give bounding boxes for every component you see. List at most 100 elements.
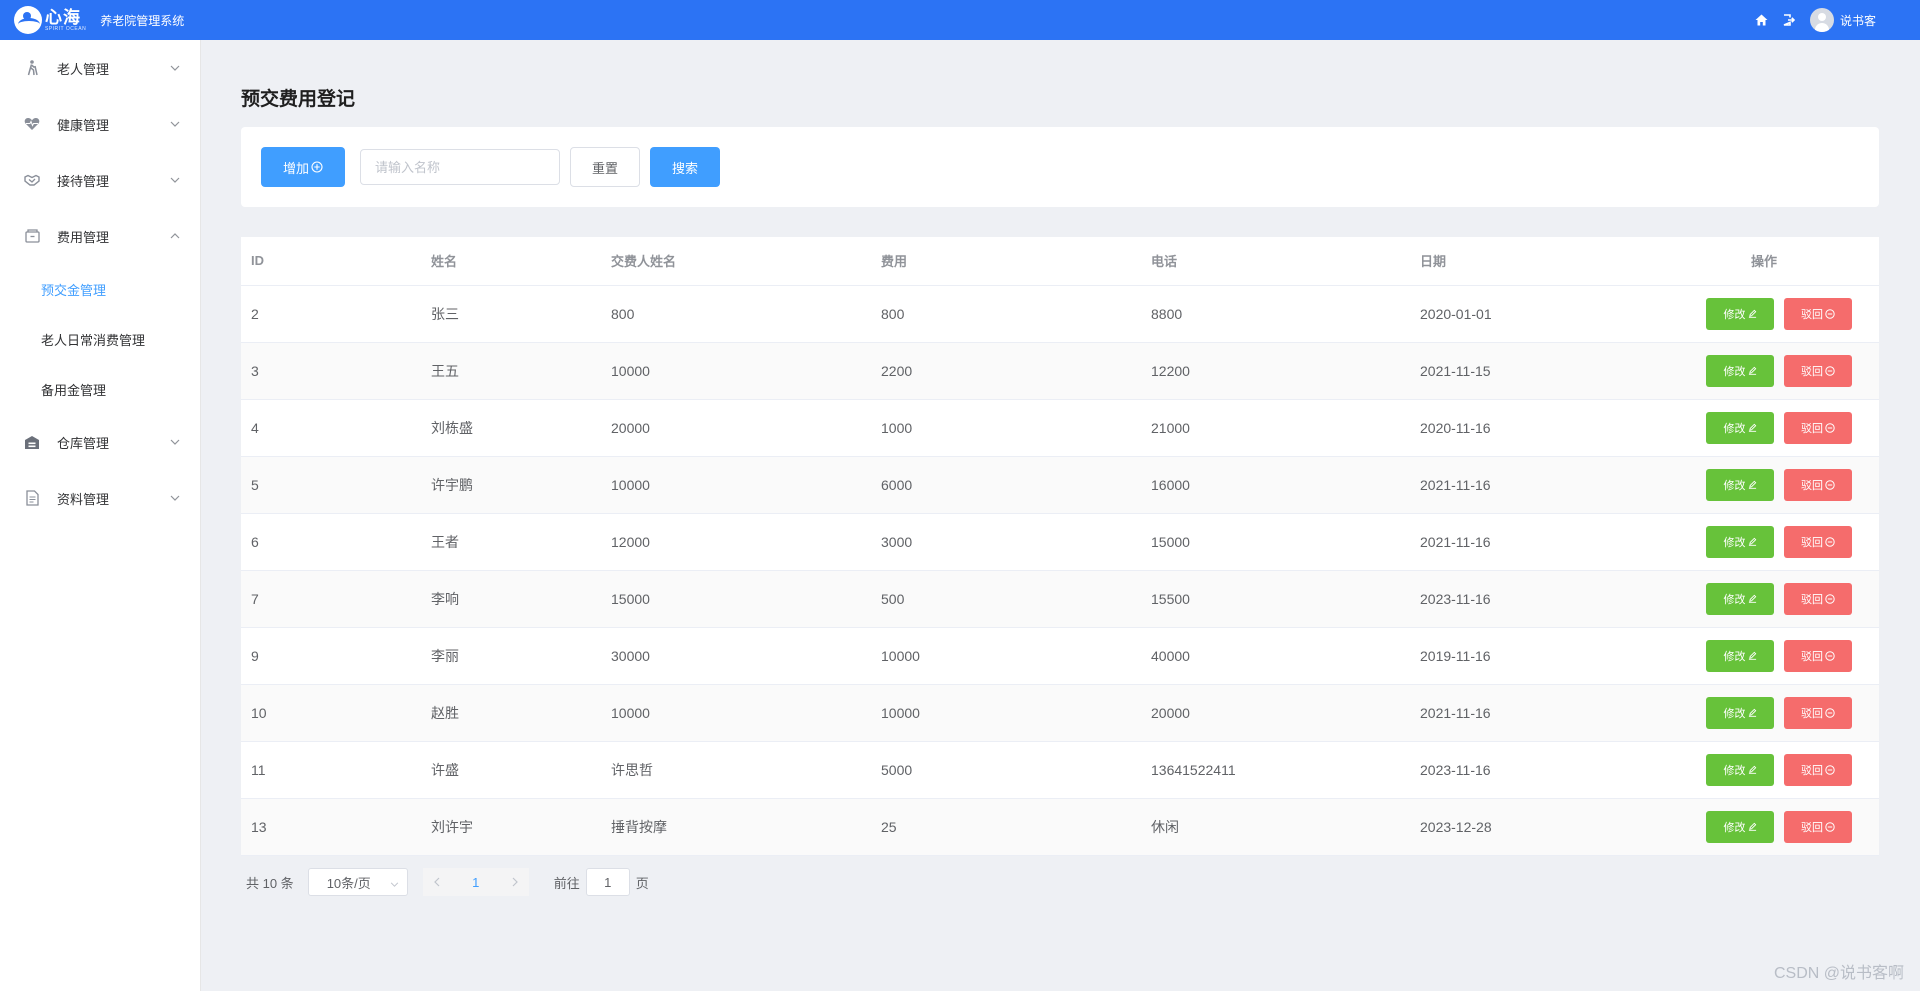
sidebar-item-documents[interactable]: 资料管理 [0, 470, 200, 526]
column-header-phone[interactable]: 电话 [1141, 237, 1410, 286]
table-row: 7 李响 15000 500 15500 2023-11-16 修改 驳回 [241, 570, 1879, 628]
sidebar-item-reception[interactable]: 接待管理 [0, 152, 200, 208]
edit-icon [1748, 423, 1756, 432]
reject-button[interactable]: 驳回 [1784, 411, 1852, 444]
reset-button[interactable]: 重置 [570, 147, 640, 187]
reject-button[interactable]: 驳回 [1784, 297, 1852, 330]
page-number-button[interactable]: 1 [451, 868, 501, 896]
heart-icon [24, 116, 40, 132]
pagination: 共 10 条 10条/页 1 前往 页 [241, 867, 649, 897]
cell-phone: 16000 [1141, 456, 1410, 514]
column-header-payer[interactable]: 交费人姓名 [601, 237, 871, 286]
cell-actions: 修改 驳回 [1649, 342, 1879, 400]
sidebar-item-warehouse[interactable]: 仓库管理 [0, 414, 200, 470]
table-header-row: ID 姓名 交费人姓名 费用 电话 日期 操作 [241, 237, 1879, 286]
pager: 1 [422, 868, 529, 896]
cell-phone: 休闲 [1141, 798, 1410, 856]
minus-circle-icon [1825, 650, 1835, 661]
cell-phone: 15500 [1141, 570, 1410, 628]
minus-circle-icon [1825, 707, 1835, 718]
sidebar-subitem-prepaid[interactable]: 预交金管理 [0, 264, 200, 314]
cell-payer: 捶背按摩 [601, 798, 871, 856]
edit-button-label: 修改 [1723, 479, 1746, 492]
logout-icon[interactable] [1782, 13, 1796, 27]
column-header-name[interactable]: 姓名 [421, 237, 601, 286]
reject-button[interactable]: 驳回 [1784, 582, 1852, 615]
add-button[interactable]: 增加 [261, 147, 345, 187]
table-row: 11 许盛 许思哲 5000 13641522411 2023-11-16 修改 驳回 [241, 741, 1879, 799]
home-icon[interactable] [1755, 13, 1769, 27]
minus-circle-icon [1825, 365, 1835, 376]
edit-button[interactable]: 修改 [1706, 810, 1774, 843]
cell-actions: 修改 驳回 [1649, 741, 1879, 799]
sidebar-item-label: 接待管理 [57, 173, 110, 189]
edit-button[interactable]: 修改 [1706, 411, 1774, 444]
edit-button[interactable]: 修改 [1706, 525, 1774, 558]
cell-actions: 修改 驳回 [1649, 285, 1879, 343]
chevron-down-icon [170, 63, 180, 73]
cell-phone: 40000 [1141, 627, 1410, 685]
reject-button-label: 驳回 [1801, 365, 1823, 378]
logo[interactable]: 心海 SPIRIT OCEAN [14, 6, 86, 34]
cell-name: 刘许宇 [421, 798, 601, 856]
sidebar-subitem-reserve-fund[interactable]: 备用金管理 [0, 364, 200, 414]
cell-payer: 许思哲 [601, 741, 871, 799]
goto-page-input[interactable] [585, 868, 630, 896]
column-header-fee[interactable]: 费用 [871, 237, 1141, 286]
cell-name: 许宇鹏 [421, 456, 601, 514]
search-button[interactable]: 搜索 [650, 147, 720, 187]
reject-button[interactable]: 驳回 [1784, 468, 1852, 501]
edit-button[interactable]: 修改 [1706, 468, 1774, 501]
user-avatar-icon[interactable] [1809, 8, 1834, 32]
cell-id: 3 [241, 342, 421, 400]
cell-id: 2 [241, 285, 421, 343]
reject-button-label: 驳回 [1801, 479, 1823, 492]
sidebar-item-label: 健康管理 [57, 117, 110, 133]
sidebar-item-elderly[interactable]: 老人管理 [0, 40, 200, 96]
reject-button[interactable]: 驳回 [1784, 753, 1852, 786]
reject-button[interactable]: 驳回 [1784, 810, 1852, 843]
cell-date: 2023-11-16 [1410, 570, 1649, 628]
edit-icon [1748, 480, 1756, 489]
edit-button[interactable]: 修改 [1706, 582, 1774, 615]
column-header-id[interactable]: ID [241, 237, 421, 286]
sidebar-item-fees[interactable]: 费用管理 [0, 208, 200, 264]
minus-circle-icon [1825, 422, 1835, 433]
column-header-date[interactable]: 日期 [1410, 237, 1649, 286]
logo-text: 心海 [45, 7, 81, 27]
edit-button[interactable]: 修改 [1706, 639, 1774, 672]
cell-actions: 修改 驳回 [1649, 684, 1879, 742]
reject-button-label: 驳回 [1801, 821, 1823, 834]
reject-button[interactable]: 驳回 [1784, 525, 1852, 558]
cell-phone: 21000 [1141, 399, 1410, 457]
minus-circle-icon [1825, 764, 1835, 775]
sidebar-subitem-daily-consumption[interactable]: 老人日常消费管理 [0, 314, 200, 364]
edit-button[interactable]: 修改 [1706, 696, 1774, 729]
cell-fee: 2200 [871, 342, 1141, 400]
edit-button[interactable]: 修改 [1706, 354, 1774, 387]
prev-page-button[interactable] [423, 868, 451, 896]
cell-payer: 10000 [601, 342, 871, 400]
minus-circle-icon [1825, 479, 1835, 490]
walking-elder-icon [24, 60, 40, 76]
reject-button[interactable]: 驳回 [1784, 696, 1852, 729]
minus-circle-icon [1825, 821, 1835, 832]
toolbar: 增加 重置 搜索 [241, 127, 1879, 207]
reject-button-label: 驳回 [1801, 593, 1823, 606]
chevron-right-icon [512, 877, 518, 887]
page-size-select[interactable]: 10条/页 [307, 868, 408, 896]
system-title: 养老院管理系统 [100, 13, 185, 28]
reject-button[interactable]: 驳回 [1784, 354, 1852, 387]
edit-button[interactable]: 修改 [1706, 297, 1774, 330]
cell-fee: 6000 [871, 456, 1141, 514]
search-input[interactable] [360, 149, 560, 185]
reject-button-label: 驳回 [1801, 764, 1823, 777]
next-page-button[interactable] [501, 868, 529, 896]
reject-button[interactable]: 驳回 [1784, 639, 1852, 672]
cell-payer: 800 [601, 285, 871, 343]
username[interactable]: 说书客 [1840, 12, 1876, 29]
edit-button[interactable]: 修改 [1706, 753, 1774, 786]
edit-button-label: 修改 [1723, 308, 1746, 321]
reject-button-label: 驳回 [1801, 707, 1823, 720]
sidebar-item-health[interactable]: 健康管理 [0, 96, 200, 152]
